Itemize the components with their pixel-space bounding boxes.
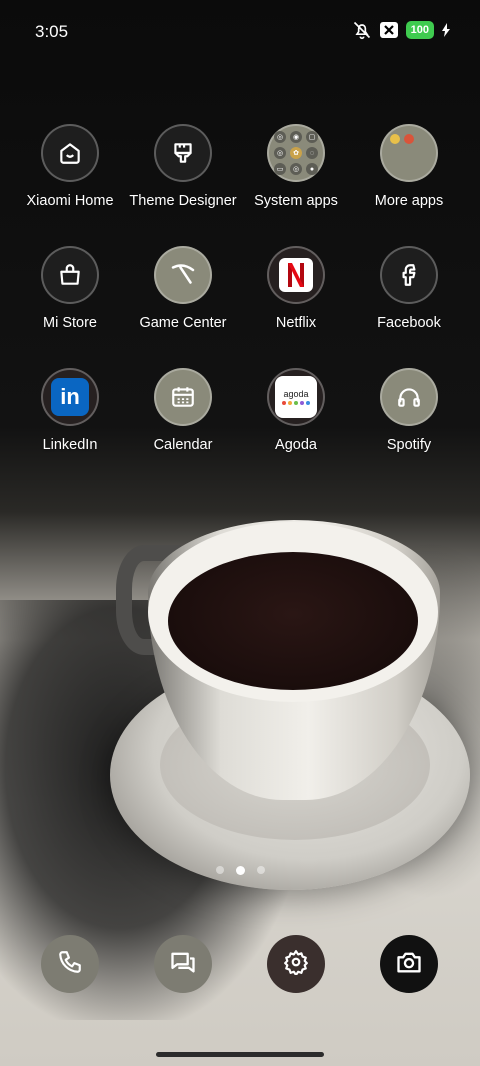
mini-app-icon bbox=[404, 134, 414, 144]
agoda-wordmark: agoda bbox=[283, 389, 309, 399]
folder-more-apps[interactable]: More apps bbox=[349, 124, 469, 209]
app-xiaomi-home[interactable]: Xiaomi Home bbox=[10, 124, 130, 209]
facebook-icon bbox=[380, 246, 438, 304]
mini-app-icon: ▢ bbox=[306, 131, 318, 143]
app-label: Agoda bbox=[275, 437, 317, 453]
app-label: Game Center bbox=[139, 315, 227, 331]
app-label: Calendar bbox=[153, 437, 213, 453]
mi-store-icon bbox=[41, 246, 99, 304]
app-label: Mi Store bbox=[43, 315, 97, 331]
app-label: More apps bbox=[374, 193, 444, 209]
netflix-icon bbox=[267, 246, 325, 304]
app-game-center[interactable]: Game Center bbox=[123, 246, 243, 331]
mini-app-icon: ◉ bbox=[290, 131, 302, 143]
app-label: System apps bbox=[254, 193, 338, 209]
app-label: Spotify bbox=[386, 437, 432, 453]
app-label: LinkedIn bbox=[42, 437, 98, 453]
app-linkedin[interactable]: in LinkedIn bbox=[10, 368, 130, 453]
mini-app-icon: ◎ bbox=[274, 131, 286, 143]
mini-app-icon: ▭ bbox=[274, 163, 286, 175]
muted-bell-icon bbox=[352, 20, 372, 40]
page-dot[interactable] bbox=[256, 866, 265, 874]
app-label: Netflix bbox=[275, 315, 317, 331]
game-center-icon bbox=[154, 246, 212, 304]
status-icons: 100 bbox=[352, 20, 450, 40]
page-dot[interactable] bbox=[215, 866, 224, 874]
gesture-nav-bar[interactable] bbox=[156, 1052, 324, 1057]
dock bbox=[0, 935, 480, 995]
page-indicator[interactable] bbox=[0, 866, 480, 875]
mini-app-icon: ● bbox=[306, 163, 318, 175]
dock-settings[interactable] bbox=[267, 935, 325, 993]
linkedin-icon: in bbox=[41, 368, 99, 426]
messages-icon bbox=[169, 948, 197, 981]
system-apps-folder-icon: ◎ ◉ ▢ ◎ ✿ ◌ ▭ ◎ ● bbox=[267, 124, 325, 182]
status-time: 3:05 bbox=[35, 22, 69, 41]
folder-system-apps[interactable]: ◎ ◉ ▢ ◎ ✿ ◌ ▭ ◎ ● System apps bbox=[236, 124, 356, 209]
camera-icon bbox=[395, 948, 423, 981]
app-calendar[interactable]: Calendar bbox=[123, 368, 243, 453]
mini-app-icon: ◎ bbox=[290, 163, 302, 175]
app-label: Xiaomi Home bbox=[26, 193, 114, 209]
app-spotify[interactable]: Spotify bbox=[349, 368, 469, 453]
app-facebook[interactable]: Facebook bbox=[349, 246, 469, 331]
spotify-icon bbox=[380, 368, 438, 426]
xiaomi-home-icon bbox=[41, 124, 99, 182]
mini-app-icon: ✿ bbox=[290, 147, 302, 159]
app-mi-store[interactable]: Mi Store bbox=[10, 246, 130, 331]
app-theme-designer[interactable]: Theme Designer bbox=[123, 124, 243, 209]
agoda-icon: agoda bbox=[267, 368, 325, 426]
agoda-dots-icon bbox=[282, 401, 310, 405]
status-bar: 3:05 100 bbox=[0, 0, 480, 60]
no-sim-icon bbox=[379, 22, 398, 38]
dock-camera[interactable] bbox=[380, 935, 438, 993]
app-netflix[interactable]: Netflix bbox=[236, 246, 356, 331]
calendar-icon bbox=[154, 368, 212, 426]
dock-phone[interactable] bbox=[41, 935, 99, 993]
mini-app-icon: ◌ bbox=[306, 147, 318, 159]
theme-designer-icon bbox=[154, 124, 212, 182]
settings-icon bbox=[283, 949, 309, 980]
mini-app-icon bbox=[390, 134, 400, 144]
battery-level: 100 bbox=[405, 21, 434, 39]
app-agoda[interactable]: agoda Agoda bbox=[236, 368, 356, 453]
dock-messages[interactable] bbox=[154, 935, 212, 993]
phone-icon bbox=[57, 949, 83, 980]
more-apps-folder-icon bbox=[380, 124, 438, 182]
mini-app-icon: ◎ bbox=[274, 147, 286, 159]
page-dot-active[interactable] bbox=[235, 866, 245, 875]
app-label: Theme Designer bbox=[129, 193, 237, 209]
app-label: Facebook bbox=[377, 315, 441, 331]
charging-bolt-icon bbox=[442, 23, 450, 37]
wallpaper-coffee bbox=[168, 552, 418, 690]
